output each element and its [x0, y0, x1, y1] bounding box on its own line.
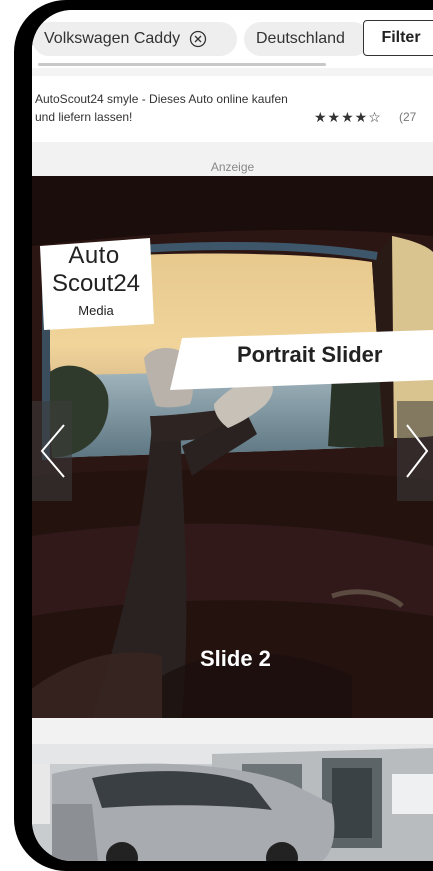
slider-headline: Portrait Slider	[237, 342, 383, 367]
previous-slide-button[interactable]	[32, 401, 72, 501]
chevron-left-icon	[40, 424, 65, 478]
device-frame: Volkswagen Caddy Deutschland Filter Auto…	[14, 0, 433, 871]
autoscout-logo-line2: Scout24	[51, 270, 141, 297]
listing-car-image[interactable]	[32, 744, 433, 861]
listing-promo-text[interactable]: AutoScout24 smyle - Dieses Auto online k…	[35, 90, 295, 126]
autoscout-logo-line1: Auto	[68, 242, 120, 269]
chevron-right-icon	[406, 424, 429, 478]
divider	[32, 718, 433, 744]
horizontal-scroll-indicator	[38, 63, 326, 66]
remove-filter-icon[interactable]	[189, 30, 207, 48]
filter-button[interactable]: Filter	[363, 20, 433, 56]
next-slide-button[interactable]	[397, 401, 433, 501]
filter-chip-country[interactable]: Deutschland	[244, 22, 370, 56]
slide-label: Slide 2	[200, 646, 271, 671]
ad-label: Anzeige	[210, 160, 255, 174]
ad-portrait-slider[interactable]: Auto Scout24 Media Portrait Slider Slide…	[32, 176, 433, 718]
divider	[32, 68, 433, 76]
autoscout-logo-line3: Media	[78, 303, 114, 318]
star-rating-icon: ★★★★☆	[314, 109, 382, 125]
screen: Volkswagen Caddy Deutschland Filter Auto…	[32, 10, 433, 861]
filter-chip-label: Deutschland	[256, 30, 345, 47]
filter-chip-bar: Volkswagen Caddy Deutschland Filter	[32, 10, 433, 68]
filter-chip-label: Volkswagen Caddy	[44, 30, 181, 47]
rating-count: (27	[399, 110, 417, 124]
filter-chip-make-model[interactable]: Volkswagen Caddy	[32, 22, 237, 56]
car-photo	[32, 744, 433, 861]
